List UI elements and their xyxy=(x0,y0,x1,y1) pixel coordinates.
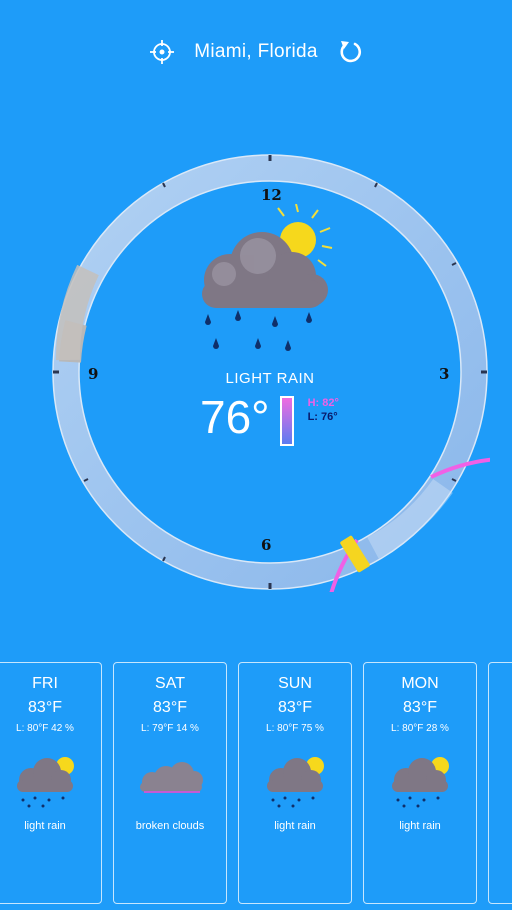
thermometer-icon xyxy=(279,396,294,446)
low-temp: L: 76° xyxy=(307,411,338,423)
cloud-icon xyxy=(140,762,203,793)
forecast-temp: 83°F xyxy=(278,699,312,716)
forecast-card-sat[interactable]: SAT 83°F L: 79°F 14 % broken clouds xyxy=(113,662,227,904)
high-temp: H: 82° xyxy=(307,397,339,409)
forecast-low-precip: L: 80°F 28 % xyxy=(391,723,449,734)
forecast-low-precip: L: 80°F 75 % xyxy=(266,723,324,734)
forecast-card-sun[interactable]: SUN 83°F L: 80°F 75 % light rain xyxy=(238,662,352,904)
dial-number-6: 6 xyxy=(261,536,272,554)
forecast-card-mon[interactable]: MON 83°F L: 80°F 28 % light rain xyxy=(363,662,477,904)
forecast-day: SUN xyxy=(278,675,312,692)
forecast-day: MON xyxy=(401,675,439,692)
forecast-temp: 83°F xyxy=(28,699,62,716)
forecast-day: FRI xyxy=(32,675,58,692)
current-condition-block: LIGHT RAIN xyxy=(50,370,490,387)
rain-cloud-sun-icon xyxy=(267,757,324,808)
refresh-icon[interactable] xyxy=(336,38,364,66)
forecast-card-fri[interactable]: FRI 83°F L: 80°F 42 % light rain xyxy=(0,662,102,904)
weather-dial: 12 3 6 9 LIGHT RAIN 76° H: 82° L: 76° xyxy=(50,152,490,592)
current-temperature-row: 76° H: 82° L: 76° xyxy=(200,394,339,446)
forecast-description: broken clouds xyxy=(135,820,205,832)
current-temperature: 76° xyxy=(200,391,270,443)
forecast-description: light rain xyxy=(399,820,441,832)
condition-label: LIGHT RAIN xyxy=(225,370,315,387)
dial-number-12: 12 xyxy=(261,186,282,204)
forecast-temp: 83°F xyxy=(403,699,437,716)
location-title[interactable]: Miami, Florida xyxy=(194,41,318,63)
forecast-list[interactable]: FRI 83°F L: 80°F 42 % light rain SAT 83°… xyxy=(0,662,512,906)
rain-cloud-sun-icon xyxy=(392,757,449,808)
forecast-description: light rain xyxy=(274,820,316,832)
header: Miami, Florida xyxy=(0,32,512,72)
high-low: H: 82° L: 76° xyxy=(308,396,339,424)
crosshair-icon[interactable] xyxy=(148,38,176,66)
rain-cloud-sun-icon xyxy=(17,757,74,808)
forecast-low-precip: L: 79°F 14 % xyxy=(141,723,199,734)
forecast-low-precip: L: 80°F 42 % xyxy=(16,723,74,734)
forecast-card-next[interactable] xyxy=(488,662,512,904)
forecast-description: light rain xyxy=(24,820,66,832)
forecast-day: SAT xyxy=(155,675,185,692)
rain-cloud-sun-icon xyxy=(202,204,333,351)
forecast-temp: 83°F xyxy=(153,699,187,716)
